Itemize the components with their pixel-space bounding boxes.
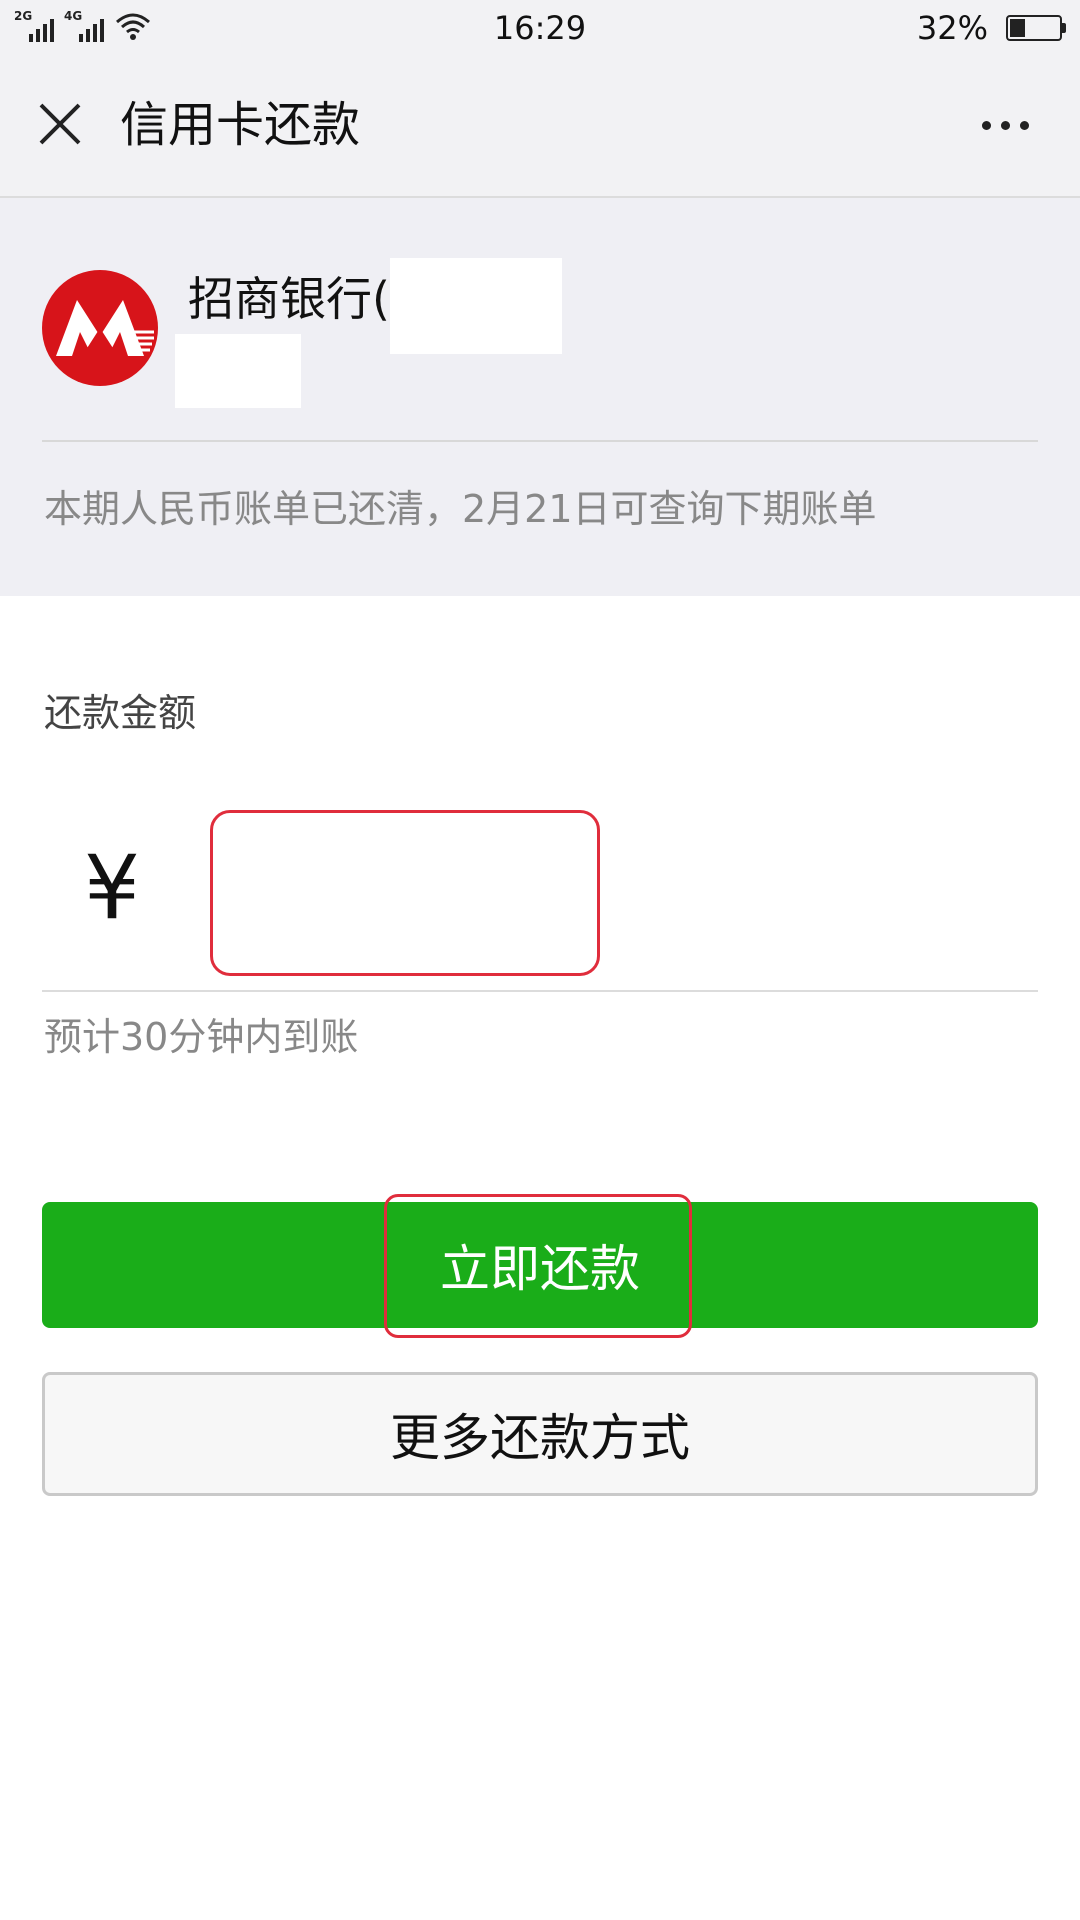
bank-name: 招商银行( [188, 272, 390, 326]
bill-status-text: 本期人民币账单已还清，2月21日可查询下期账单 [44, 487, 877, 531]
card-info-section: 招商银行( 本期人民币账单已还清，2月21日可查询下期账单 [0, 198, 1080, 596]
battery-icon [1006, 15, 1066, 41]
more-repayment-methods-button[interactable]: 更多还款方式 [42, 1372, 1038, 1496]
more-options-button[interactable] [970, 100, 1040, 150]
pay-now-button[interactable]: 立即还款 [42, 1202, 1038, 1328]
divider [42, 440, 1038, 442]
battery-percent: 32% [916, 9, 988, 47]
close-icon [39, 103, 81, 145]
arrival-hint: 预计30分钟内到账 [44, 1015, 359, 1059]
more-dots-icon [1000, 120, 1010, 130]
cmb-logo-icon [42, 270, 158, 386]
redacted-card-number [390, 258, 562, 354]
status-icons-right: 32% [916, 8, 1066, 48]
status-bar: 2G 4G 16:29 32% [0, 0, 1080, 56]
close-button[interactable] [32, 96, 88, 152]
battery-fill [1010, 19, 1025, 37]
more-dots-icon [981, 120, 991, 130]
more-dots-icon [1019, 120, 1029, 130]
redacted-card-holder [175, 334, 301, 408]
amount-label: 还款金额 [44, 691, 197, 735]
divider [42, 990, 1038, 992]
nav-bar: 信用卡还款 [0, 56, 1080, 198]
currency-symbol: ¥ [84, 836, 140, 939]
page-title: 信用卡还款 [120, 97, 361, 153]
amount-input[interactable] [210, 810, 600, 976]
